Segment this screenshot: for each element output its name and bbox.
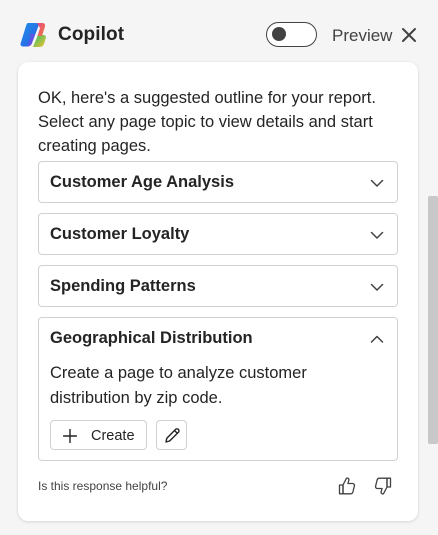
topic-header[interactable]: Geographical Distribution xyxy=(39,318,397,359)
pencil-icon xyxy=(165,428,180,443)
close-icon[interactable] xyxy=(398,24,420,46)
toggle-knob xyxy=(272,27,286,41)
copilot-header: Copilot Preview xyxy=(0,0,438,62)
topic-customer-age-analysis[interactable]: Customer Age Analysis xyxy=(38,161,398,203)
create-page-button[interactable]: Create xyxy=(50,420,147,450)
topic-title: Customer Age Analysis xyxy=(50,173,234,191)
plus-icon xyxy=(63,429,77,443)
app-title: Copilot xyxy=(58,24,125,45)
thumbs-down-icon[interactable] xyxy=(373,476,393,496)
chevron-down-icon xyxy=(370,231,384,239)
create-button-label: Create xyxy=(91,428,135,444)
response-card: OK, here's a suggested outline for your … xyxy=(18,62,418,521)
topic-description: Create a page to analyze customer distri… xyxy=(50,364,307,407)
chevron-down-icon xyxy=(370,179,384,187)
topic-customer-loyalty[interactable]: Customer Loyalty xyxy=(38,213,398,255)
topic-header[interactable]: Customer Loyalty xyxy=(39,214,397,255)
chevron-down-icon xyxy=(370,283,384,291)
feedback-question: Is this response helpful? xyxy=(38,479,168,493)
topic-title: Spending Patterns xyxy=(50,277,196,295)
edit-button[interactable] xyxy=(156,420,187,450)
copilot-logo-icon xyxy=(20,23,46,47)
thumbs-up-icon[interactable] xyxy=(337,476,357,496)
scrollbar-thumb[interactable] xyxy=(428,196,438,444)
preview-toggle[interactable] xyxy=(266,22,317,47)
topic-header[interactable]: Customer Age Analysis xyxy=(39,162,397,203)
topic-header[interactable]: Spending Patterns xyxy=(39,266,397,307)
topic-title: Customer Loyalty xyxy=(50,225,190,243)
preview-label: Preview xyxy=(332,26,393,45)
topic-spending-patterns[interactable]: Spending Patterns xyxy=(38,265,398,307)
topic-title: Geographical Distribution xyxy=(50,329,253,347)
response-intro: OK, here's a suggested outline for your … xyxy=(38,89,376,155)
chevron-up-icon xyxy=(370,335,384,343)
topic-geographical-distribution: Geographical Distribution Create a page … xyxy=(38,317,398,461)
